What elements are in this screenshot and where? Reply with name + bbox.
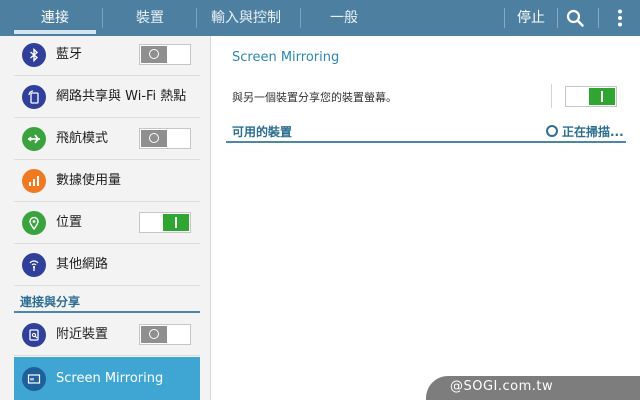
nearby-devices-switch[interactable]: [139, 324, 191, 345]
sidebar-item-bluetooth[interactable]: 藍牙: [14, 34, 200, 76]
location-icon: [22, 211, 46, 235]
screen-mirroring-panel: Screen Mirroring 與另一個裝置分享您的裝置螢幕。 可用的裝置 正…: [212, 36, 640, 400]
toolbar-divider: [598, 8, 599, 28]
top-tab-bar: 連接 裝置 輸入與控制 一般 停止: [0, 0, 640, 36]
toolbar-divider: [504, 8, 505, 28]
tab-connections[interactable]: 連接: [14, 0, 96, 36]
airplane-mode-switch[interactable]: [139, 128, 191, 149]
stop-button[interactable]: 停止: [510, 0, 552, 36]
watermark: @SOGI.com.tw: [426, 376, 640, 400]
section-title-connect-share: 連接與分享: [14, 291, 200, 313]
screen-mirroring-switch[interactable]: [565, 86, 617, 107]
tab-device[interactable]: 裝置: [110, 0, 190, 36]
sidebar-item-tethering[interactable]: 網路共享與 Wi-Fi 熱點: [14, 76, 200, 118]
sidebar-item-label: 數據使用量: [56, 173, 122, 188]
sidebar-item-label: 位置: [56, 215, 83, 230]
sidebar-item-label: Screen Mirroring: [56, 371, 164, 386]
scan-status: 正在掃描...: [562, 125, 624, 139]
tab-divider: [300, 8, 301, 28]
page-title: Screen Mirroring: [232, 50, 340, 65]
scanning-icon: [546, 125, 558, 137]
bluetooth-switch[interactable]: [139, 44, 191, 65]
search-icon[interactable]: [566, 9, 584, 27]
settings-sidebar: 藍牙 網路共享與 Wi-Fi 熱點 飛航模式 數據使用量 位置 其他網路 連接與…: [0, 36, 211, 400]
tab-general[interactable]: 一般: [304, 0, 384, 36]
mirroring-description: 與另一個裝置分享您的裝置螢幕。: [232, 91, 397, 104]
more-networks-icon: [22, 253, 46, 277]
sidebar-item-airplane-mode[interactable]: 飛航模式: [14, 118, 200, 160]
sidebar-item-label: 其他網路: [56, 257, 109, 272]
airplane-icon: [22, 127, 46, 151]
location-switch[interactable]: [139, 212, 191, 233]
nearby-devices-icon: [22, 323, 46, 347]
sidebar-item-label: 藍牙: [56, 47, 83, 62]
sidebar-item-data-usage[interactable]: 數據使用量: [14, 160, 200, 202]
screen-mirroring-icon: [22, 367, 46, 391]
tab-divider: [102, 8, 103, 28]
bluetooth-icon: [22, 43, 46, 67]
tethering-icon: [22, 85, 46, 109]
sidebar-item-label: 飛航模式: [56, 131, 109, 146]
switch-divider: [551, 84, 552, 108]
data-usage-icon: [22, 169, 46, 193]
sidebar-item-nearby-devices[interactable]: 附近裝置: [14, 314, 200, 356]
more-vert-icon[interactable]: [610, 8, 630, 28]
sidebar-item-screen-mirroring[interactable]: Screen Mirroring: [14, 357, 200, 400]
watermark-text: @SOGI.com.tw: [450, 379, 554, 394]
sidebar-item-location[interactable]: 位置: [14, 202, 200, 244]
tab-controls[interactable]: 輸入與控制: [196, 0, 296, 36]
available-devices-title: 可用的裝置: [232, 125, 293, 139]
toolbar-divider: [557, 8, 558, 28]
sidebar-item-label: 附近裝置: [56, 327, 109, 342]
sidebar-item-more-networks[interactable]: 其他網路: [14, 244, 200, 286]
sidebar-item-label: 網路共享與 Wi-Fi 熱點: [56, 89, 187, 104]
available-devices-header: 可用的裝置 正在掃描...: [226, 121, 626, 143]
